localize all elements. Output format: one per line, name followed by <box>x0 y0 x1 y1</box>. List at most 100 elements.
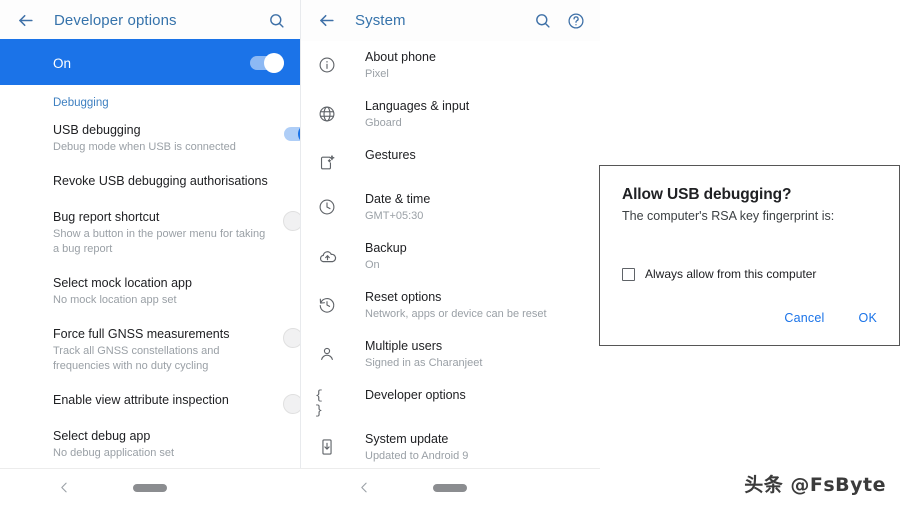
system-item-title: Reset options <box>365 289 584 306</box>
system-item-subtitle: Pixel <box>365 67 584 82</box>
allow-usb-debugging-dialog: Allow USB debugging? The computer's RSA … <box>599 165 900 346</box>
pref-title: Select mock location app <box>53 275 274 292</box>
cloud-upload-icon <box>315 244 339 268</box>
pref-subtitle: No debug application set <box>53 446 274 461</box>
pref-title: Revoke USB debugging authorisations <box>53 173 274 190</box>
system-item-body: System update Updated to Android 9 <box>365 431 584 464</box>
system-item-title: Developer options <box>365 387 584 404</box>
pref-text: Revoke USB debugging authorisations <box>53 173 284 190</box>
braces-icon: { } <box>315 391 339 415</box>
pref-text: Select mock location app No mock locatio… <box>53 275 284 308</box>
system-update-icon <box>315 435 339 459</box>
system-item-body: Date & time GMT+05:30 <box>365 191 584 224</box>
system-item-developer-options[interactable]: { } Developer options <box>301 379 600 423</box>
checkbox-icon[interactable] <box>622 268 635 281</box>
ok-button[interactable]: OK <box>859 311 877 325</box>
pref-select-mock-location-app[interactable]: Select mock location app No mock locatio… <box>0 266 300 317</box>
info-circle-icon <box>315 53 339 77</box>
page-title: System <box>355 12 406 29</box>
system-settings-panel: System About phone Pixel <box>300 0 600 506</box>
developer-options-appbar: Developer options <box>0 0 300 41</box>
always-allow-checkbox-row[interactable]: Always allow from this computer <box>622 267 879 281</box>
globe-icon <box>315 102 339 126</box>
clock-icon <box>315 195 339 219</box>
system-item-subtitle: GMT+05:30 <box>365 209 584 224</box>
search-icon[interactable] <box>530 9 554 33</box>
pref-bug-report-shortcut[interactable]: Bug report shortcut Show a button in the… <box>0 200 300 266</box>
gestures-icon <box>315 151 339 175</box>
system-item-body: About phone Pixel <box>365 49 584 82</box>
dialog-title: Allow USB debugging? <box>622 184 879 205</box>
help-circle-icon[interactable] <box>564 9 588 33</box>
navbar-left <box>0 468 300 506</box>
arrow-back-icon[interactable] <box>313 8 339 34</box>
pref-text: Bug report shortcut Show a button in the… <box>53 209 284 257</box>
navbar-middle <box>300 468 600 506</box>
system-item-title: Multiple users <box>365 338 584 355</box>
system-item-body: Multiple users Signed in as Charanjeet <box>365 338 584 371</box>
pref-select-debug-app[interactable]: Select debug app No debug application se… <box>0 419 300 470</box>
checkbox-label: Always allow from this computer <box>645 267 816 281</box>
system-item-about-phone[interactable]: About phone Pixel <box>301 41 600 90</box>
system-item-reset-options[interactable]: Reset options Network, apps or device ca… <box>301 281 600 330</box>
system-item-body: Backup On <box>365 240 584 273</box>
master-toggle-switch[interactable] <box>250 56 284 70</box>
pref-title: Select debug app <box>53 428 274 445</box>
arrow-back-icon[interactable] <box>12 8 38 34</box>
system-item-subtitle: Signed in as Charanjeet <box>365 356 584 371</box>
system-item-languages-input[interactable]: Languages & input Gboard <box>301 90 600 139</box>
switch-thumb <box>283 328 300 348</box>
pref-subtitle: Track all GNSS constellations and freque… <box>53 344 274 374</box>
person-icon <box>315 342 339 366</box>
pref-text: USB debugging Debug mode when USB is con… <box>53 122 284 155</box>
system-item-body: Gestures <box>365 147 584 164</box>
pref-title: Enable view attribute inspection <box>53 392 274 409</box>
system-item-date-time[interactable]: Date & time GMT+05:30 <box>301 183 600 232</box>
page-title: Developer options <box>54 12 177 29</box>
system-item-body: Developer options <box>365 387 584 404</box>
pref-text: Enable view attribute inspection <box>53 392 284 409</box>
system-item-title: Backup <box>365 240 584 257</box>
nav-home-pill-icon[interactable] <box>133 484 167 492</box>
system-item-multiple-users[interactable]: Multiple users Signed in as Charanjeet <box>301 330 600 379</box>
nav-home-pill-icon[interactable] <box>433 484 467 492</box>
pref-revoke-usb-authorisations[interactable]: Revoke USB debugging authorisations <box>0 164 300 200</box>
switch-thumb <box>264 53 284 73</box>
nav-back-icon[interactable] <box>58 481 71 494</box>
pref-subtitle: No mock location app set <box>53 293 274 308</box>
pref-title: Bug report shortcut <box>53 209 274 226</box>
system-item-gestures[interactable]: Gestures <box>301 139 600 183</box>
nav-back-icon[interactable] <box>358 481 371 494</box>
pref-title: Force full GNSS measurements <box>53 326 274 343</box>
system-item-title: Gestures <box>365 147 584 164</box>
system-item-title: Languages & input <box>365 98 584 115</box>
developer-options-master-toggle-row[interactable]: On <box>0 41 300 85</box>
pref-usb-debugging[interactable]: USB debugging Debug mode when USB is con… <box>0 113 300 164</box>
pref-text: Force full GNSS measurements Track all G… <box>53 326 284 374</box>
system-item-title: Date & time <box>365 191 584 208</box>
pref-enable-view-attribute-inspection[interactable]: Enable view attribute inspection <box>0 383 300 419</box>
system-appbar: System <box>301 0 600 41</box>
system-item-body: Languages & input Gboard <box>365 98 584 131</box>
screenshot-root: Developer options On Debugging USB debug… <box>0 0 900 506</box>
pref-text: Select debug app No debug application se… <box>53 428 284 461</box>
history-restore-icon <box>315 293 339 317</box>
switch-thumb <box>283 211 300 231</box>
search-icon[interactable] <box>264 9 288 33</box>
appbar-accent-underline <box>0 39 300 41</box>
master-toggle-label: On <box>53 56 250 71</box>
system-item-body: Reset options Network, apps or device ca… <box>365 289 584 322</box>
system-item-system-update[interactable]: System update Updated to Android 9 <box>301 423 600 472</box>
cancel-button[interactable]: Cancel <box>784 311 824 325</box>
dialog-actions: Cancel OK <box>784 311 877 325</box>
developer-options-panel: Developer options On Debugging USB debug… <box>0 0 300 506</box>
system-item-subtitle: On <box>365 258 584 273</box>
dialog-subtitle: The computer's RSA key fingerprint is: <box>622 207 879 225</box>
section-header-debugging: Debugging <box>0 85 300 113</box>
pref-subtitle: Show a button in the power menu for taki… <box>53 227 274 257</box>
system-item-subtitle: Gboard <box>365 116 584 131</box>
system-item-subtitle: Updated to Android 9 <box>365 449 584 464</box>
system-item-backup[interactable]: Backup On <box>301 232 600 281</box>
pref-force-full-gnss-measurements[interactable]: Force full GNSS measurements Track all G… <box>0 317 300 383</box>
system-item-subtitle: Network, apps or device can be reset <box>365 307 584 322</box>
